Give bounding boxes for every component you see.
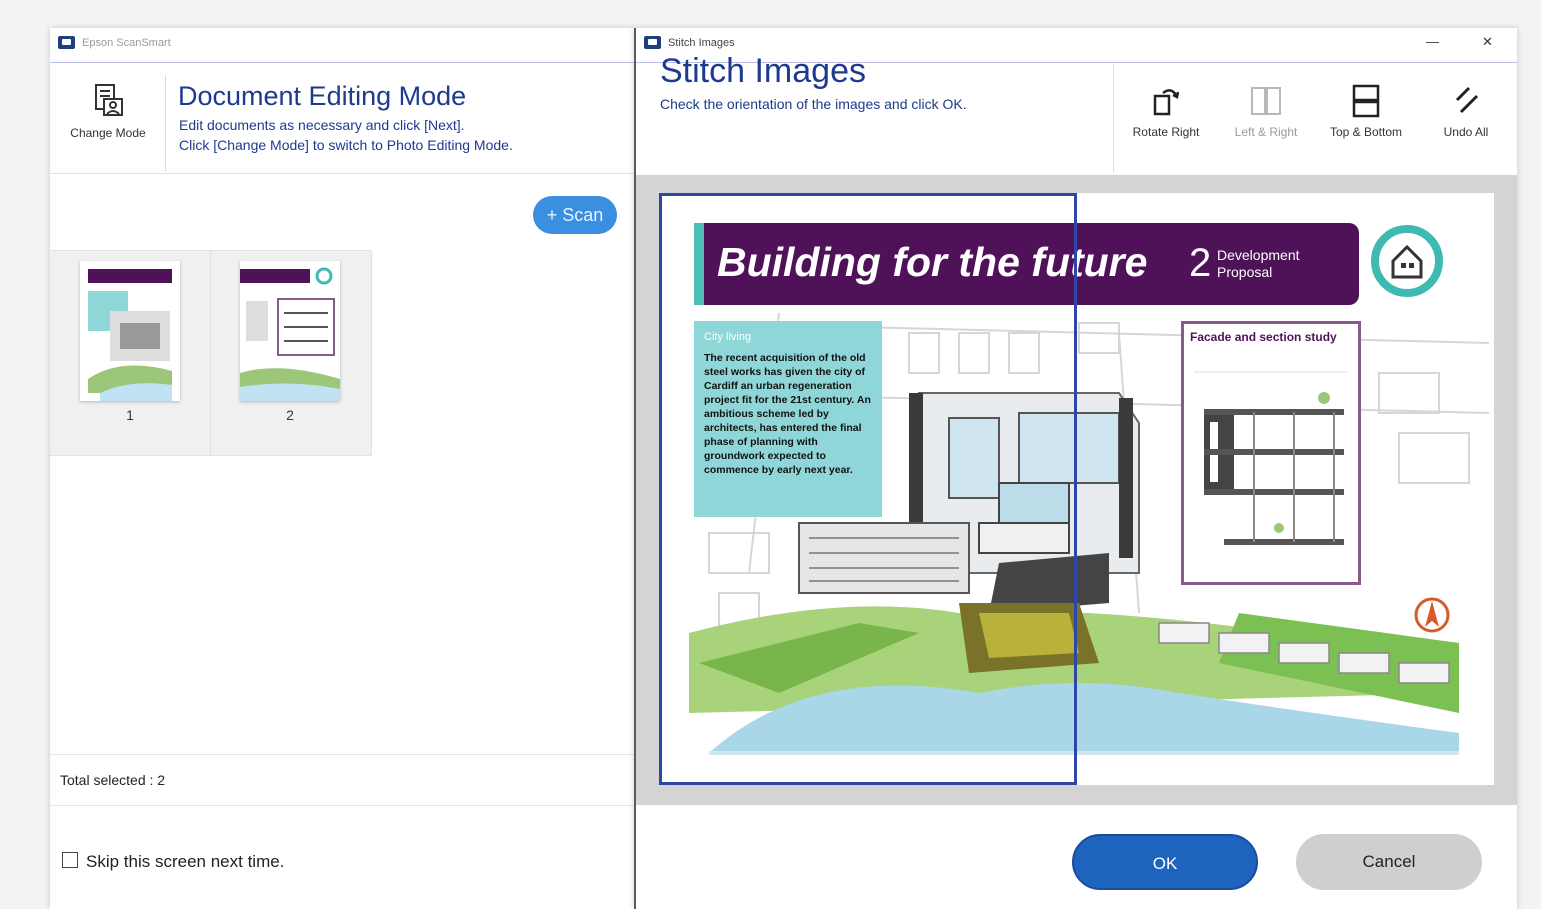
thumbnail-page-1[interactable]: 1	[60, 261, 180, 446]
dialog-subtitle: Check the orientation of the images and …	[660, 96, 967, 112]
thumbnail-strip: 1 2	[50, 250, 372, 457]
thumbnail-image	[240, 261, 340, 401]
left-titlebar: Epson ScanSmart	[50, 28, 634, 63]
thumbnail-divider	[210, 251, 211, 457]
total-selected-text: Total selected : 2	[60, 772, 166, 788]
subtitle-line-2: Click [Change Mode] to switch to Photo E…	[179, 137, 513, 153]
page-title: Document Editing Mode	[178, 81, 467, 111]
stitch-preview-area: Building for the future 2 Development Pr…	[636, 175, 1517, 805]
info-heading: City living	[704, 331, 752, 343]
change-mode-icon	[95, 84, 123, 116]
house-badge-icon	[1371, 225, 1443, 297]
info-panel: City living The recent acquisition of th…	[694, 321, 882, 517]
thumbnail-number: 1	[126, 407, 134, 423]
undo-all-icon	[1455, 86, 1479, 114]
stitched-document-preview[interactable]: Building for the future 2 Development Pr…	[659, 193, 1494, 785]
change-mode-label: Change Mode	[70, 126, 146, 140]
left-right-icon	[1251, 87, 1281, 115]
left-header: Change Mode Document Editing Mode Edit d…	[50, 63, 634, 174]
ok-button[interactable]: OK	[1072, 834, 1258, 890]
banner-subtitle-line-2: Proposal	[1217, 264, 1273, 280]
document-editing-window: Epson ScanSmart Change Mode Document Edi…	[50, 28, 634, 909]
facade-study-panel: Facade and section study	[1181, 321, 1361, 585]
skip-checkbox[interactable]	[62, 852, 78, 868]
dialog-window-title: Stitch Images	[668, 37, 735, 49]
minimize-icon[interactable]: —	[1426, 34, 1439, 49]
change-mode-button[interactable]: Change Mode	[58, 81, 158, 140]
banner-title: Building for the future	[717, 239, 1148, 285]
close-icon[interactable]: ✕	[1482, 34, 1493, 50]
top-bottom-button[interactable]: Top & Bottom	[1321, 84, 1411, 139]
left-right-label: Left & Right	[1234, 125, 1298, 139]
thumbnail-number: 2	[286, 407, 294, 423]
app-icon	[644, 36, 661, 49]
header-divider	[165, 75, 166, 171]
dialog-heading: Stitch Images	[660, 52, 866, 90]
banner-number: 2	[1189, 241, 1212, 285]
app-icon	[58, 36, 75, 49]
banner-accent	[694, 223, 704, 305]
stitch-images-dialog: Stitch Images — ✕ Stitch Images Check th…	[634, 28, 1517, 909]
undo-all-label: Undo All	[1443, 125, 1489, 139]
undo-all-button[interactable]: Undo All	[1421, 84, 1511, 139]
selection-footer: Total selected : 2	[50, 754, 634, 806]
scan-button[interactable]: + Scan	[533, 196, 617, 234]
toolbar-divider	[1113, 64, 1114, 172]
thumbnail-image	[80, 261, 180, 401]
section-drawing	[1194, 371, 1348, 545]
rotate-right-label: Rotate Right	[1132, 125, 1200, 139]
skip-screen-option[interactable]: Skip this screen next time.	[62, 852, 284, 872]
left-window-title: Epson ScanSmart	[82, 37, 171, 49]
skip-label: Skip this screen next time.	[86, 852, 285, 871]
subtitle-line-1: Edit documents as necessary and click [N…	[179, 117, 465, 133]
cancel-button[interactable]: Cancel	[1296, 834, 1482, 890]
info-text: The recent acquisition of the old steel …	[704, 352, 871, 476]
banner-subtitle: Development Proposal	[1217, 247, 1300, 281]
banner-subtitle-line-1: Development	[1217, 247, 1300, 263]
page-subtitle: Edit documents as necessary and click [N…	[179, 115, 513, 155]
top-bottom-label: Top & Bottom	[1329, 125, 1403, 139]
left-right-button[interactable]: Left & Right	[1221, 84, 1311, 139]
facade-title: Facade and section study	[1190, 330, 1337, 344]
thumbnail-page-2[interactable]: 2	[220, 261, 340, 446]
rotate-right-icon	[1153, 89, 1180, 116]
top-bottom-icon	[1352, 84, 1380, 118]
rotate-right-button[interactable]: Rotate Right	[1121, 84, 1211, 139]
